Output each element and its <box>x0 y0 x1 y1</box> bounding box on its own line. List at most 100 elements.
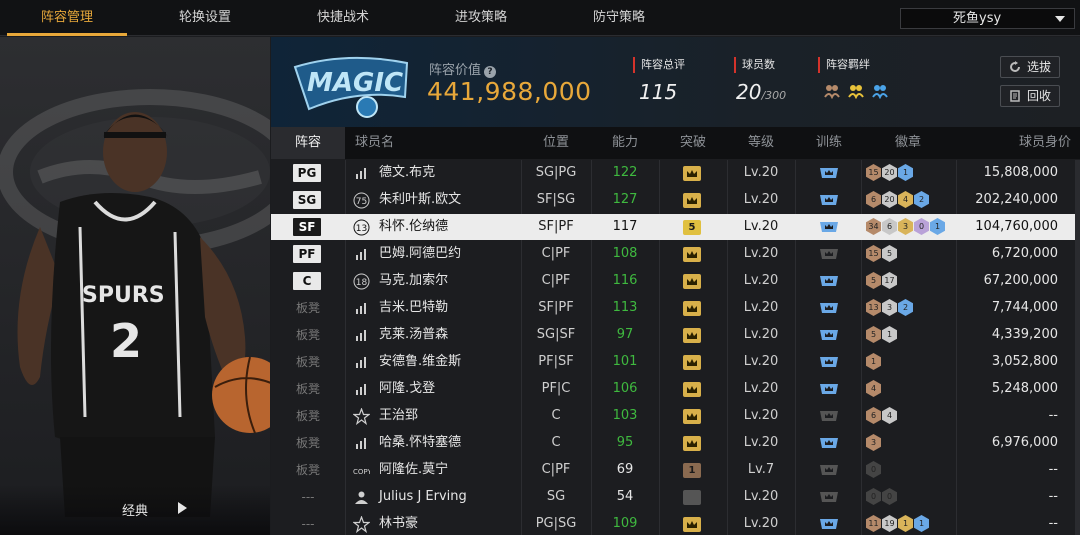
player-name[interactable]: 王治郅 <box>379 403 418 429</box>
badge-list: 15 5 <box>866 245 898 263</box>
table-row[interactable]: PF 巴姆.阿德巴约 C|PF 108 Lv.20 15 5 6,720,000 <box>271 241 1076 267</box>
col-salary-header[interactable]: 球员身价 <box>991 127 1071 159</box>
lineup-slot[interactable]: PG <box>293 164 321 182</box>
select-players-button[interactable]: 选拔 <box>1000 56 1060 78</box>
player-name[interactable]: 阿隆佐.莫宁 <box>379 457 448 483</box>
training-shield-icon[interactable] <box>819 462 839 478</box>
table-row[interactable]: --- Julius J Erving SG 54 Lv.20 0 0 -- <box>271 484 1076 510</box>
badge-bronze-icon: 15 <box>866 164 881 181</box>
account-dropdown[interactable]: 死鱼ysy <box>900 8 1075 29</box>
training-shield-icon[interactable] <box>819 489 839 505</box>
chemistry-bronze-icon[interactable] <box>824 83 840 99</box>
player-rating: 101 <box>612 354 638 369</box>
table-row[interactable]: 板凳 COPY 阿隆佐.莫宁 C|PF 69 1 Lv.7 0 -- <box>271 457 1076 483</box>
lineup-slot[interactable]: 板凳 <box>293 457 323 483</box>
training-shield-icon[interactable] <box>819 300 839 316</box>
roster-table-header: 阵容 球员名 位置 能力 突破 等级 训练 徽章 球员身价 <box>271 127 1080 159</box>
lineup-slot[interactable]: PF <box>293 245 321 263</box>
table-row[interactable]: 板凳 王治郅 C 103 Lv.20 6 4 -- <box>271 403 1076 429</box>
col-badges-header[interactable]: 徽章 <box>878 127 938 159</box>
tab-quick-tactics[interactable]: 快捷战术 <box>283 0 403 36</box>
table-row[interactable]: 板凳 哈桑.怀特塞德 C 95 Lv.20 3 6,976,000 <box>271 430 1076 456</box>
player-position: SG <box>546 489 566 504</box>
player-name[interactable]: 哈桑.怀特塞德 <box>379 430 461 456</box>
col-lineup-header[interactable]: 阵容 <box>271 127 345 159</box>
chemistry-blue-icon[interactable] <box>872 83 889 99</box>
lineup-slot[interactable]: 板凳 <box>293 403 323 429</box>
player-name[interactable]: 马克.加索尔 <box>379 268 448 294</box>
player-name[interactable]: 科怀.伦纳德 <box>379 214 448 240</box>
player-rating: 95 <box>616 435 634 450</box>
table-row[interactable]: --- 林书豪 PG|SG 109 Lv.20 11 19 1 1 -- <box>271 511 1076 535</box>
tab-rotation[interactable]: 轮换设置 <box>145 0 265 36</box>
badge-gold-icon: 4 <box>898 191 913 208</box>
badge-bronze-icon: 5 <box>866 326 881 343</box>
player-name[interactable]: Julius J Erving <box>379 484 467 510</box>
recycle-button[interactable]: 回收 <box>1000 85 1060 107</box>
star-icon <box>353 516 370 533</box>
table-row[interactable]: 板凳 安德鲁.维金斯 PF|SF 101 Lv.20 1 3,052,800 <box>271 349 1076 375</box>
training-shield-icon[interactable] <box>819 327 839 343</box>
player-name[interactable]: 安德鲁.维金斯 <box>379 349 461 375</box>
training-shield-icon[interactable] <box>819 165 839 181</box>
portrait-style-label: 经典 <box>122 504 149 519</box>
training-shield-icon[interactable] <box>819 192 839 208</box>
table-row[interactable]: SG 75 朱利叶斯.欧文 SF|SG 127 Lv.20 6 20 4 2 202,240,000 <box>271 187 1076 213</box>
table-row[interactable]: 板凳 阿隆.戈登 PF|C 106 Lv.20 4 5,248,000 <box>271 376 1076 402</box>
lineup-slot[interactable]: 板凳 <box>293 376 323 402</box>
badge-gold-icon: 3 <box>898 218 913 235</box>
top-nav: 阵容管理 轮换设置 快捷战术 进攻策略 防守策略 死鱼ysy <box>0 0 1080 36</box>
table-scrollbar[interactable] <box>1075 160 1080 535</box>
lineup-slot[interactable]: 板凳 <box>293 349 323 375</box>
table-row[interactable]: 板凳 吉米.巴特勒 SF|PF 113 Lv.20 13 3 2 7,744,000 <box>271 295 1076 321</box>
badge-list: 15 20 1 <box>866 164 914 182</box>
lineup-slot[interactable]: 板凳 <box>293 430 323 456</box>
training-shield-icon[interactable] <box>819 516 839 532</box>
player-name[interactable]: 克莱.汤普森 <box>379 322 448 348</box>
player-name[interactable]: 吉米.巴特勒 <box>379 295 448 321</box>
training-shield-icon[interactable] <box>819 219 839 235</box>
player-name[interactable]: 巴姆.阿德巴约 <box>379 241 461 267</box>
col-training-header[interactable]: 训练 <box>799 127 859 159</box>
table-row[interactable]: SF 13 科怀.伦纳德 SF|PF 117 5 Lv.20 34 6 3 0 1 104,760,00… <box>271 214 1076 240</box>
training-shield-icon[interactable] <box>819 246 839 262</box>
lineup-slot[interactable]: 板凳 <box>293 322 323 348</box>
player-name[interactable]: 朱利叶斯.欧文 <box>379 187 461 213</box>
player-rating: 69 <box>616 462 634 477</box>
col-name-header[interactable]: 球员名 <box>345 127 435 159</box>
lineup-value: 441,988,000 <box>427 77 592 106</box>
col-level-header[interactable]: 等级 <box>731 127 791 159</box>
lineup-slot[interactable]: SG <box>293 191 321 209</box>
lineup-slot[interactable]: C <box>293 272 321 290</box>
player-level: Lv.20 <box>743 192 779 207</box>
table-row[interactable]: PG 德文.布克 SG|PG 122 Lv.20 15 20 1 15,808,000 <box>271 160 1076 186</box>
player-name[interactable]: 林书豪 <box>379 511 418 535</box>
tab-offense[interactable]: 进攻策略 <box>421 0 541 36</box>
lineup-slot[interactable]: SF <box>293 218 321 236</box>
training-shield-icon[interactable] <box>819 435 839 451</box>
player-count-label: 球员数 <box>734 57 775 73</box>
chemistry-gold-icon[interactable] <box>848 83 864 99</box>
training-shield-icon[interactable] <box>819 408 839 424</box>
lineup-slot[interactable]: --- <box>293 511 323 535</box>
table-row[interactable]: 板凳 克莱.汤普森 SG|SF 97 Lv.20 5 1 4,339,200 <box>271 322 1076 348</box>
player-name[interactable]: 德文.布克 <box>379 160 435 186</box>
player-salary: 104,760,000 <box>975 219 1058 234</box>
player-name[interactable]: 阿隆.戈登 <box>379 376 435 402</box>
training-shield-icon[interactable] <box>819 273 839 289</box>
stats-bars-icon <box>356 303 366 314</box>
tab-lineup[interactable]: 阵容管理 <box>7 0 127 36</box>
col-rating-header[interactable]: 能力 <box>595 127 655 159</box>
training-shield-icon[interactable] <box>819 381 839 397</box>
player-rating: 54 <box>616 489 634 504</box>
tab-defense[interactable]: 防守策略 <box>559 0 679 36</box>
training-shield-icon[interactable] <box>819 354 839 370</box>
badge-bronze-icon: 15 <box>866 245 881 262</box>
lineup-slot[interactable]: --- <box>293 484 323 510</box>
table-row[interactable]: C 18 马克.加索尔 C|PF 116 Lv.20 5 17 67,200,000 <box>271 268 1076 294</box>
col-breakthrough-header[interactable]: 突破 <box>663 127 723 159</box>
lineup-slot[interactable]: 板凳 <box>293 295 323 321</box>
next-arrow-icon[interactable] <box>178 502 187 514</box>
player-salary: 5,248,000 <box>991 381 1058 396</box>
col-position-header[interactable]: 位置 <box>521 127 591 159</box>
